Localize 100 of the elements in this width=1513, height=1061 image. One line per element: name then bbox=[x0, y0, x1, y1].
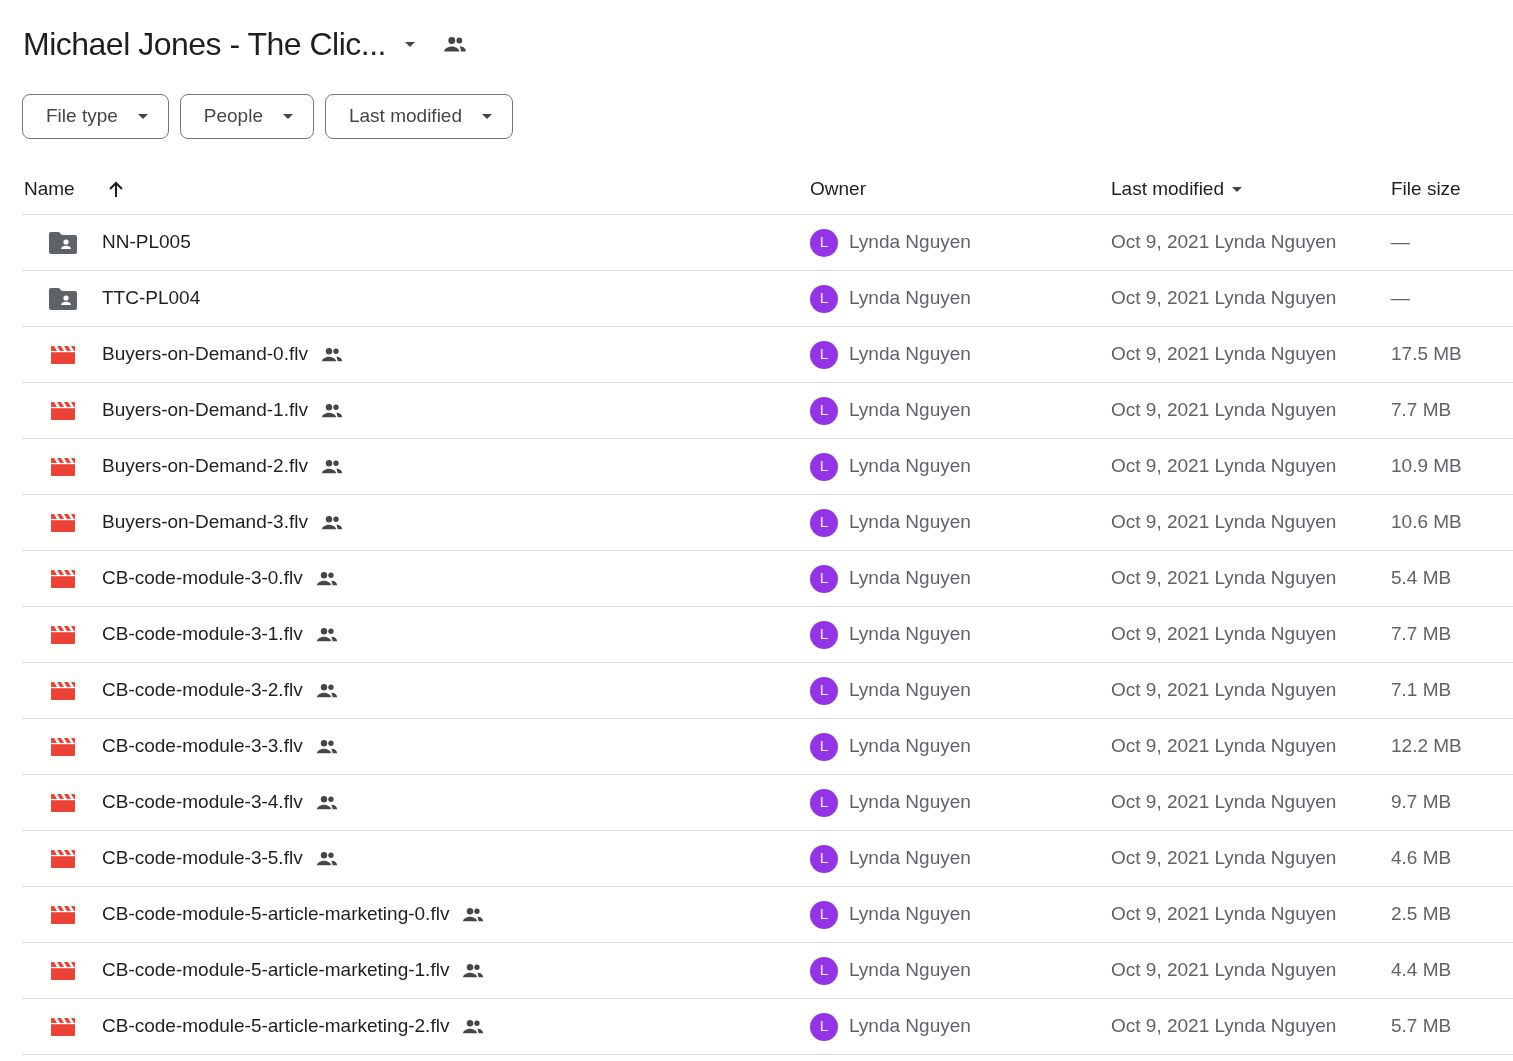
file-size: 2.5 MB bbox=[1391, 902, 1452, 927]
clapperboard-icon bbox=[51, 681, 75, 700]
file-size: 12.2 MB bbox=[1391, 734, 1462, 759]
clapperboard-icon bbox=[51, 513, 75, 532]
file-name: CB-code-module-5-article-marketing-2.flv bbox=[102, 1014, 450, 1039]
file-name: CB-code-module-3-2.flv bbox=[102, 678, 303, 703]
modified-text: Oct 9, 2021 Lynda Nguyen bbox=[1111, 902, 1338, 927]
file-size: 5.4 MB bbox=[1391, 566, 1452, 591]
owner-avatar: L bbox=[810, 564, 838, 593]
file-name: Buyers-on-Demand-1.flv bbox=[102, 398, 308, 423]
file-size: 9.7 MB bbox=[1391, 790, 1452, 815]
shared-folder-icon bbox=[49, 287, 77, 310]
column-header[interactable]: File size bbox=[1391, 175, 1461, 204]
file-name: CB-code-module-5-article-marketing-0.flv bbox=[102, 902, 450, 927]
owner-avatar: L bbox=[810, 228, 838, 257]
file-size: 10.6 MB bbox=[1391, 510, 1462, 535]
file-row[interactable]: CB-code-module-5-article-marketing-2.flv L Lynda Nguyen Oct 9, 2021 Lynda Nguyen 5.7 MB bbox=[22, 999, 1513, 1055]
modified-text: Oct 9, 2021 Lynda Nguyen bbox=[1111, 1014, 1338, 1039]
caret-icon bbox=[137, 114, 148, 119]
file-row[interactable]: CB-code-module-3-4.flv L Lynda Nguyen Oct 9, 2021 Lynda Nguyen 9.7 MB bbox=[22, 775, 1513, 831]
owner-name: Lynda Nguyen bbox=[849, 342, 971, 367]
owner-avatar: L bbox=[810, 844, 838, 873]
file-name: CB-code-module-5-article-marketing-1.flv bbox=[102, 958, 450, 983]
clapperboard-icon bbox=[51, 905, 75, 924]
file-name: CB-code-module-3-1.flv bbox=[102, 622, 303, 647]
owner-avatar: L bbox=[810, 340, 838, 369]
file-name: CB-code-module-3-4.flv bbox=[102, 790, 303, 815]
modified-text: Oct 9, 2021 Lynda Nguyen bbox=[1111, 398, 1338, 423]
clapperboard-icon bbox=[51, 345, 75, 364]
people-icon bbox=[441, 36, 468, 52]
file-row[interactable]: Buyers-on-Demand-2.flv L Lynda Nguyen Oct 9, 2021 Lynda Nguyen 10.9 MB bbox=[22, 439, 1513, 495]
clapperboard-icon bbox=[51, 961, 75, 980]
clapperboard-icon bbox=[51, 457, 75, 476]
modified-text: Oct 9, 2021 Lynda Nguyen bbox=[1111, 342, 1338, 367]
file-row[interactable]: Buyers-on-Demand-0.flv L Lynda Nguyen Oct 9, 2021 Lynda Nguyen 17.5 MB bbox=[22, 327, 1513, 383]
owner-name: Lynda Nguyen bbox=[849, 678, 971, 703]
owner-name: Lynda Nguyen bbox=[849, 902, 971, 927]
file-size: 10.9 MB bbox=[1391, 454, 1462, 479]
file-row[interactable]: CB-code-module-3-1.flv L Lynda Nguyen Oct 9, 2021 Lynda Nguyen 7.7 MB bbox=[22, 607, 1513, 663]
caret-icon bbox=[283, 114, 293, 119]
file-row[interactable]: CB-code-module-5-article-marketing-0.flv L Lynda Nguyen Oct 9, 2021 Lynda Nguyen 2.5 MB bbox=[22, 887, 1513, 943]
file-row[interactable]: CB-code-module-5-article-marketing-1.flv L Lynda Nguyen Oct 9, 2021 Lynda Nguyen 4.4 MB bbox=[22, 943, 1513, 999]
file-size: 7.1 MB bbox=[1391, 678, 1452, 703]
owner-name: Lynda Nguyen bbox=[849, 510, 971, 535]
file-row[interactable]: Buyers-on-Demand-3.flv L Lynda Nguyen Oct 9, 2021 Lynda Nguyen 10.6 MB bbox=[22, 495, 1513, 551]
caret-icon bbox=[404, 41, 415, 47]
modified-text: Oct 9, 2021 Lynda Nguyen bbox=[1111, 734, 1338, 759]
file-row[interactable]: Buyers-on-Demand-1.flv L Lynda Nguyen Oct 9, 2021 Lynda Nguyen 7.7 MB bbox=[22, 383, 1513, 439]
clapperboard-icon bbox=[51, 625, 75, 644]
shared-folder-icon bbox=[49, 231, 77, 254]
file-size: 17.5 MB bbox=[1391, 342, 1462, 367]
owner-avatar: L bbox=[810, 956, 838, 985]
file-name: Buyers-on-Demand-3.flv bbox=[102, 510, 308, 535]
owner-avatar: L bbox=[810, 396, 838, 425]
owner-name: Lynda Nguyen bbox=[849, 286, 971, 311]
filter-chip[interactable]: People bbox=[179, 94, 314, 139]
modified-text: Oct 9, 2021 Lynda Nguyen bbox=[1111, 454, 1338, 479]
modified-text: Oct 9, 2021 Lynda Nguyen bbox=[1111, 622, 1338, 647]
modified-text: Oct 9, 2021 Lynda Nguyen bbox=[1111, 230, 1338, 255]
file-size: 5.7 MB bbox=[1391, 1014, 1452, 1039]
file-row[interactable]: CB-code-module-3-2.flv L Lynda Nguyen Oct 9, 2021 Lynda Nguyen 7.1 MB bbox=[22, 663, 1513, 719]
file-size: 7.7 MB bbox=[1391, 398, 1452, 423]
file-row[interactable]: CB-code-module-3-0.flv L Lynda Nguyen Oct 9, 2021 Lynda Nguyen 5.4 MB bbox=[22, 551, 1513, 607]
modified-text: Oct 9, 2021 Lynda Nguyen bbox=[1111, 790, 1338, 815]
owner-name: Lynda Nguyen bbox=[849, 1014, 971, 1039]
file-size: — bbox=[1391, 286, 1410, 311]
file-row[interactable]: TTC-PL004 L Lynda Nguyen Oct 9, 2021 Lynda Nguyen — bbox=[22, 271, 1513, 327]
file-size: 7.7 MB bbox=[1391, 622, 1452, 647]
file-row[interactable]: CB-code-module-3-5.flv L Lynda Nguyen Oct 9, 2021 Lynda Nguyen 4.6 MB bbox=[22, 831, 1513, 887]
file-name: TTC-PL004 bbox=[102, 286, 201, 311]
file-size: 4.4 MB bbox=[1391, 958, 1452, 983]
owner-name: Lynda Nguyen bbox=[849, 790, 971, 815]
owner-name: Lynda Nguyen bbox=[849, 846, 971, 871]
clapperboard-icon bbox=[51, 793, 75, 812]
owner-name: Lynda Nguyen bbox=[849, 398, 971, 423]
file-name: CB-code-module-3-3.flv bbox=[102, 734, 303, 759]
column-header[interactable]: Owner bbox=[810, 175, 1111, 204]
share-button[interactable] bbox=[441, 36, 468, 52]
clapperboard-icon bbox=[51, 401, 75, 420]
owner-avatar: L bbox=[810, 284, 838, 313]
modified-text: Oct 9, 2021 Lynda Nguyen bbox=[1111, 678, 1338, 703]
owner-avatar: L bbox=[810, 1012, 838, 1041]
modified-text: Oct 9, 2021 Lynda Nguyen bbox=[1111, 846, 1338, 871]
owner-name: Lynda Nguyen bbox=[849, 734, 971, 759]
clapperboard-icon bbox=[51, 737, 75, 756]
folder-title: Michael Jones - The Clic... bbox=[23, 28, 386, 60]
clapperboard-icon bbox=[51, 1017, 75, 1036]
modified-text: Oct 9, 2021 Lynda Nguyen bbox=[1111, 566, 1338, 591]
file-row[interactable]: CB-code-module-3-3.flv L Lynda Nguyen Oct 9, 2021 Lynda Nguyen 12.2 MB bbox=[22, 719, 1513, 775]
column-header[interactable]: Last modified bbox=[1111, 175, 1224, 204]
owner-name: Lynda Nguyen bbox=[849, 622, 971, 647]
clapperboard-icon bbox=[51, 569, 75, 588]
file-name: Buyers-on-Demand-2.flv bbox=[102, 454, 308, 479]
file-row[interactable]: NN-PL005 L Lynda Nguyen Oct 9, 2021 Lynda Nguyen — bbox=[22, 215, 1513, 271]
filter-chip[interactable]: File type bbox=[22, 94, 169, 139]
filter-chip[interactable]: Last modified bbox=[325, 94, 513, 139]
modified-text: Oct 9, 2021 Lynda Nguyen bbox=[1111, 958, 1338, 983]
owner-avatar: L bbox=[810, 788, 838, 817]
column-header[interactable]: Name bbox=[24, 175, 75, 204]
owner-avatar: L bbox=[810, 620, 838, 649]
